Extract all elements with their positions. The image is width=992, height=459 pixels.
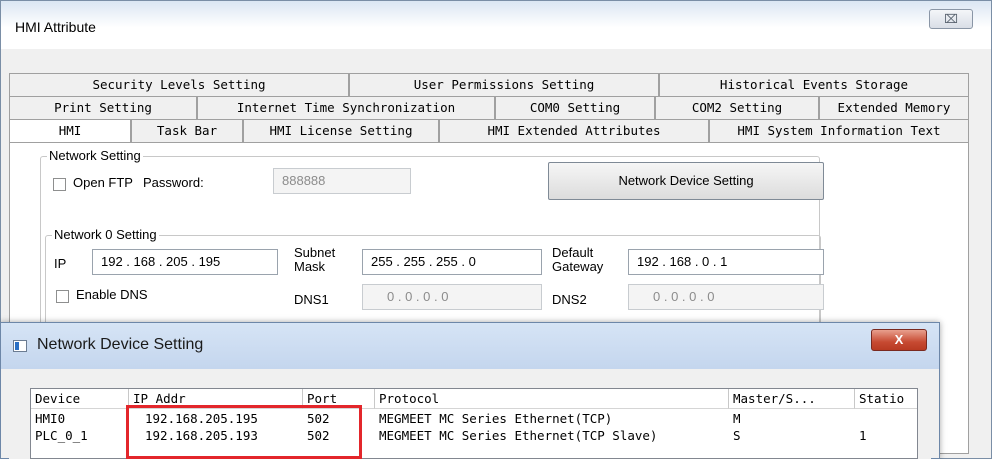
column-header-station[interactable]: Statio [855, 389, 917, 409]
enable-dns-label: Enable DNS [76, 287, 148, 302]
open-ftp-checkbox[interactable] [53, 178, 66, 191]
tab-security-levels[interactable]: Security Levels Setting [9, 73, 349, 96]
subnet-label-line1: Subnet [294, 245, 336, 260]
cell-ip: 192.168.205.193 [145, 428, 258, 443]
tab-user-permissions[interactable]: User Permissions Setting [349, 73, 659, 96]
cell-port: 502 [307, 428, 330, 443]
ip-label: IP [54, 256, 67, 271]
dns2-field[interactable]: 0 . 0 . 0 . 0 [628, 284, 824, 310]
cell-station: 1 [859, 428, 867, 443]
cell-master-slave: S [733, 428, 741, 443]
column-header-master-slave[interactable]: Master/S... [729, 389, 855, 409]
cell-master-slave: M [733, 411, 741, 426]
tab-com0-setting[interactable]: COM0 Setting [495, 96, 655, 119]
tab-com2-setting[interactable]: COM2 Setting [655, 96, 819, 119]
device-list[interactable]: Device IP Addr Port Protocol Master/S...… [30, 388, 918, 459]
tab-hmi-license[interactable]: HMI License Setting [243, 119, 439, 142]
cell-device: HMI0 [35, 411, 66, 426]
ip-address-field[interactable]: 192 . 168 . 205 . 195 [92, 249, 278, 275]
close-icon: ⌧ [944, 12, 958, 26]
tab-extended-memory[interactable]: Extended Memory [819, 96, 969, 119]
cell-station [855, 410, 917, 427]
open-ftp-label: Open FTP [73, 175, 133, 190]
cell-port: 502 [307, 411, 330, 426]
subnet-label: Subnet Mask [294, 246, 335, 274]
gateway-label-line2: Gateway [552, 259, 604, 274]
column-header-device[interactable]: Device [31, 389, 129, 409]
default-gateway-field[interactable]: 192 . 168 . 0 . 1 [628, 249, 824, 275]
cell-device: PLC_0_1 [35, 428, 88, 443]
main-title-bar: HMI Attribute ⌧ [1, 1, 991, 49]
tab-historical-events[interactable]: Historical Events Storage [659, 73, 969, 96]
network-setting-title: Network Setting [47, 148, 143, 163]
cell-protocol: MEGMEET MC Series Ethernet(TCP Slave) [379, 428, 658, 443]
dns1-field[interactable]: 0 . 0 . 0 . 0 [362, 284, 542, 310]
window-title: HMI Attribute [15, 19, 96, 35]
tab-print-setting[interactable]: Print Setting [9, 96, 197, 119]
column-header-port[interactable]: Port [303, 389, 375, 409]
subnet-label-line2: Mask [294, 259, 326, 274]
gateway-label: Default Gateway [552, 246, 603, 274]
dns1-label: DNS1 [294, 292, 329, 307]
close-button[interactable]: ⌧ [929, 9, 973, 29]
sub-window-title: Network Device Setting [37, 336, 204, 353]
close-icon: X [894, 332, 904, 347]
column-header-ip[interactable]: IP Addr [129, 389, 303, 409]
subnet-mask-field[interactable]: 255 . 255 . 255 . 0 [362, 249, 542, 275]
network0-setting-title: Network 0 Setting [52, 227, 159, 242]
network-device-setting-button[interactable]: Network Device Setting [548, 162, 824, 200]
tab-internet-time-sync[interactable]: Internet Time Synchronization [197, 96, 495, 119]
password-field[interactable]: 888888 [273, 168, 411, 194]
dns2-label: DNS2 [552, 292, 587, 307]
tab-task-bar[interactable]: Task Bar [131, 119, 243, 142]
tab-hmi-extended-attributes[interactable]: HMI Extended Attributes [439, 119, 709, 142]
sub-title-bar: Network Device Setting X [1, 323, 939, 369]
enable-dns-checkbox[interactable] [56, 290, 69, 303]
password-label: Password: [143, 175, 204, 190]
tab-hmi-system-info[interactable]: HMI System Information Text [709, 119, 969, 142]
sub-close-button[interactable]: X [871, 329, 927, 351]
cell-protocol: MEGMEET MC Series Ethernet(TCP) [379, 411, 613, 426]
cell-ip: 192.168.205.195 [145, 411, 258, 426]
gateway-label-line1: Default [552, 245, 594, 260]
window-app-icon [13, 340, 27, 352]
tab-hmi[interactable]: HMI [9, 119, 131, 142]
column-header-protocol[interactable]: Protocol [375, 389, 729, 409]
